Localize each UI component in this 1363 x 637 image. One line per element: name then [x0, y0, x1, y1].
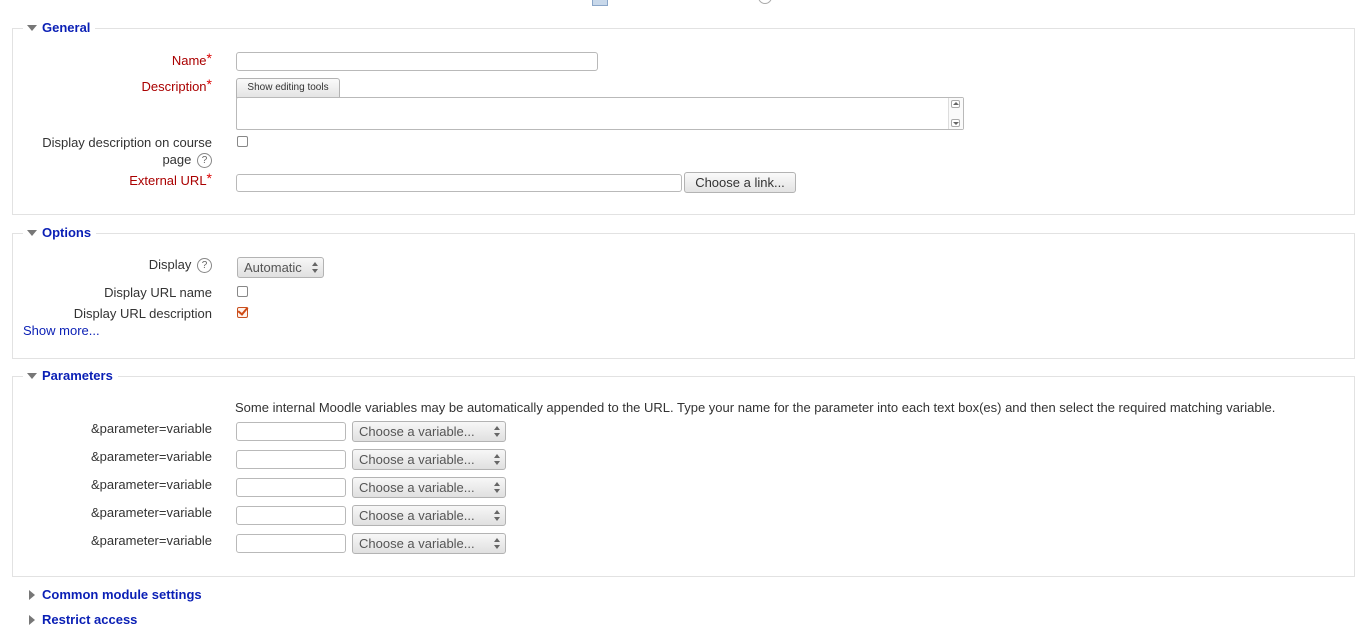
variable-select[interactable]: Choose a variable...: [352, 421, 506, 442]
restrict-access-header[interactable]: Restrict access: [29, 612, 137, 627]
general-legend-label: General: [42, 20, 91, 35]
display-url-name-checkbox[interactable]: [237, 286, 248, 297]
parameters-legend-label: Parameters: [42, 368, 113, 383]
select-arrows-icon: [494, 509, 500, 522]
page-heading-fragment: [592, 0, 792, 6]
display-description-line1: Display description on course: [42, 135, 212, 150]
parameters-legend[interactable]: Parameters: [23, 368, 118, 384]
description-textarea[interactable]: [236, 97, 964, 130]
heading-help-icon: [758, 0, 772, 4]
parameter-label: &parameter=variable: [90, 449, 212, 464]
collapsed-triangle-icon: [29, 589, 35, 600]
display-description-line2: page: [162, 152, 192, 167]
display-select[interactable]: Automatic: [237, 257, 324, 278]
variable-select-value: Choose a variable...: [359, 508, 475, 523]
show-editing-tools-button[interactable]: Show editing tools: [236, 78, 340, 98]
display-url-description-checkbox[interactable]: [237, 304, 249, 318]
select-arrows-icon: [494, 425, 500, 438]
external-url-input[interactable]: [236, 174, 682, 192]
parameter-name-input[interactable]: [236, 506, 346, 525]
parameters-section: Parameters Some internal Moodle variable…: [12, 368, 1355, 577]
required-star-icon: *: [206, 76, 212, 92]
display-description-label: Display description on course page ?: [42, 134, 212, 169]
variable-select[interactable]: Choose a variable...: [352, 533, 506, 554]
scroll-down-icon[interactable]: [951, 119, 960, 127]
parameter-label: &parameter=variable: [90, 533, 212, 548]
general-section: General Name* Description* Show editing …: [12, 20, 1355, 215]
select-arrows-icon: [494, 481, 500, 494]
expanded-triangle-icon: [27, 25, 37, 31]
variable-select[interactable]: Choose a variable...: [352, 449, 506, 470]
choose-link-button[interactable]: Choose a link...: [684, 172, 796, 193]
options-legend-label: Options: [42, 225, 92, 240]
parameter-name-input[interactable]: [236, 534, 346, 553]
options-section: Options Display ? Automatic Display URL …: [12, 225, 1355, 359]
name-label-text: Name: [171, 53, 207, 68]
parameter-name-input[interactable]: [236, 478, 346, 497]
display-url-name-label: Display URL name: [104, 285, 212, 300]
name-input[interactable]: [236, 52, 598, 71]
help-icon[interactable]: ?: [197, 258, 212, 274]
show-more-link[interactable]: Show more...: [23, 323, 100, 338]
external-url-label: External URL*: [129, 170, 212, 188]
required-star-icon: *: [206, 170, 212, 186]
parameter-label: &parameter=variable: [90, 421, 212, 436]
checkmark-icon: [237, 304, 249, 316]
help-icon[interactable]: ?: [197, 153, 212, 169]
display-description-checkbox[interactable]: [237, 136, 248, 147]
display-select-value: Automatic: [244, 260, 302, 275]
display-label: Display ?: [148, 257, 212, 274]
variable-select[interactable]: Choose a variable...: [352, 505, 506, 526]
variable-select[interactable]: Choose a variable...: [352, 477, 506, 498]
restrict-access-label: Restrict access: [42, 612, 138, 627]
display-url-description-label: Display URL description: [73, 306, 212, 321]
general-legend[interactable]: General: [23, 20, 96, 36]
parameters-info-text: Some internal Moodle variables may be au…: [235, 400, 1276, 415]
scroll-up-icon[interactable]: [951, 100, 960, 108]
common-module-settings-label: Common module settings: [42, 587, 202, 602]
parameter-name-input[interactable]: [236, 422, 346, 441]
variable-select-value: Choose a variable...: [359, 536, 475, 551]
select-arrows-icon: [494, 537, 500, 550]
variable-select-value: Choose a variable...: [359, 480, 475, 495]
parameter-name-input[interactable]: [236, 450, 346, 469]
external-url-label-text: External URL: [129, 173, 207, 188]
description-label-text: Description: [141, 79, 207, 94]
expanded-triangle-icon: [27, 373, 37, 379]
name-label: Name*: [171, 50, 212, 68]
display-label-text: Display: [148, 257, 192, 272]
select-arrows-icon: [494, 453, 500, 466]
description-scrollbar[interactable]: [948, 98, 963, 129]
parameter-label: &parameter=variable: [90, 505, 212, 520]
url-module-icon: [592, 0, 608, 6]
description-label: Description*: [141, 76, 212, 94]
expanded-triangle-icon: [27, 230, 37, 236]
common-module-settings-header[interactable]: Common module settings: [29, 587, 202, 602]
collapsed-triangle-icon: [29, 614, 35, 625]
options-legend[interactable]: Options: [23, 225, 97, 241]
required-star-icon: *: [206, 50, 212, 66]
parameter-label: &parameter=variable: [90, 477, 212, 492]
select-arrows-icon: [312, 261, 318, 274]
variable-select-value: Choose a variable...: [359, 424, 475, 439]
variable-select-value: Choose a variable...: [359, 452, 475, 467]
